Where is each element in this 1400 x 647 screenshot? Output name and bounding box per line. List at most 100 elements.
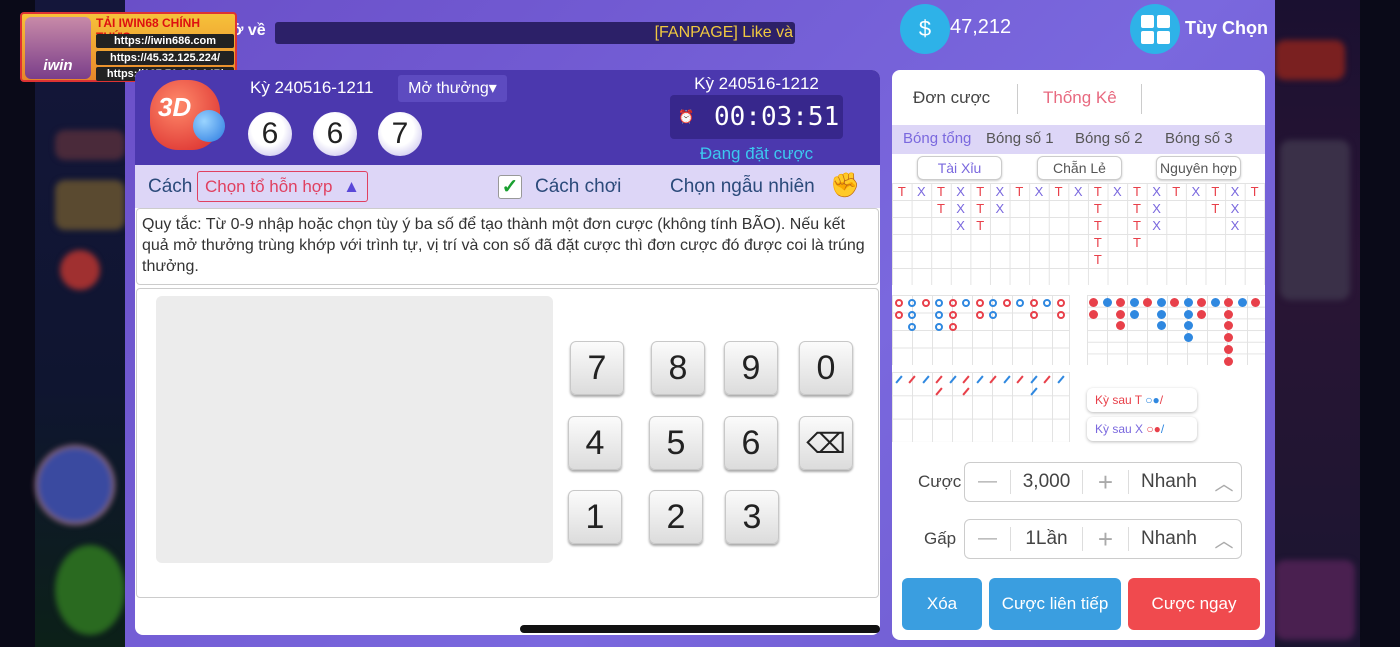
back-button[interactable]: ở về xyxy=(232,22,266,40)
digit-key[interactable]: 1 xyxy=(568,490,622,544)
quick-bet-dropdown[interactable]: Nhanh xyxy=(1129,470,1209,494)
ring-road-mark xyxy=(973,307,987,319)
slash-road-mark xyxy=(973,372,987,384)
big-road-mark: X xyxy=(1152,201,1161,216)
result-ball: 6 xyxy=(313,112,357,156)
big-road-mark: T xyxy=(1093,252,1102,267)
predict-x-label: Kỳ sau X xyxy=(1095,422,1144,436)
big-road-mark: X xyxy=(956,218,965,233)
subtab-ball-1[interactable]: Bóng số 1 xyxy=(986,130,1054,147)
dot-road-mark xyxy=(1141,295,1155,307)
big-road-mark: X xyxy=(1152,218,1161,233)
quick-multiplier-dropdown[interactable]: Nhanh xyxy=(1129,527,1209,551)
slash-road-mark xyxy=(933,384,947,396)
dot-road-mark xyxy=(1155,318,1169,331)
filter-chan-le[interactable]: Chẵn Lẻ xyxy=(1037,156,1122,180)
backspace-key[interactable]: ⌫ xyxy=(799,416,853,470)
continuous-bet-button[interactable]: Cược liên tiếp xyxy=(989,578,1121,630)
minus-button[interactable]: — xyxy=(965,470,1011,494)
ring-road-mark xyxy=(1054,295,1068,307)
big-road-mark: X xyxy=(1152,184,1161,199)
big-road-mark: X xyxy=(1034,184,1044,199)
dot-road-mark xyxy=(1128,295,1142,307)
slash-road-mark xyxy=(919,372,933,384)
slash-road-mark xyxy=(1041,372,1055,384)
brand-logo: iwin xyxy=(25,17,91,79)
predict-t-label: Kỳ sau T xyxy=(1095,393,1142,407)
slash-road-grid xyxy=(892,372,1070,442)
digit-key[interactable]: 9 xyxy=(724,341,778,395)
chevron-up-icon[interactable]: ︿ xyxy=(1209,527,1239,552)
big-road-mark: T xyxy=(1250,184,1259,199)
options-label[interactable]: Tùy Chọn xyxy=(1185,18,1268,39)
options-button[interactable] xyxy=(1130,4,1180,54)
slash-road-mark xyxy=(933,372,947,384)
results-dropdown[interactable]: Mở thưởng▾ xyxy=(398,75,507,102)
balance: 47,212 xyxy=(950,16,1012,38)
dot-road-mark xyxy=(1222,295,1236,307)
ring-road-mark xyxy=(1000,295,1014,307)
digit-key[interactable]: 7 xyxy=(570,341,624,395)
bet-amount[interactable]: 3,000 xyxy=(1011,470,1083,494)
big-road-mark: X xyxy=(917,184,926,199)
mode-dropdown[interactable]: Chọn tổ hỗn hợp ▲ xyxy=(197,171,368,202)
digit-key[interactable]: 5 xyxy=(649,416,703,470)
subtab-total-ball[interactable]: Bóng tổng xyxy=(903,130,971,147)
ring-road-mark xyxy=(906,307,920,319)
game-panel: 3D Kỳ 240516-1211 Mở thưởng▾ 6 6 7 Kỳ 24… xyxy=(135,70,880,635)
howto-checkbox[interactable]: ✓ xyxy=(498,175,522,199)
filter-tai-xiu[interactable]: Tài Xỉu xyxy=(917,156,1002,180)
big-road-mark: X xyxy=(995,184,1005,199)
ring-road-mark xyxy=(919,295,933,307)
big-road-mark: X xyxy=(956,184,965,199)
previous-round: Kỳ 240516-1211 xyxy=(250,78,374,97)
big-road-mark: T xyxy=(1172,184,1181,199)
ring-road-mark xyxy=(1027,295,1041,307)
ring-road-mark xyxy=(946,307,960,319)
big-road-mark: X xyxy=(995,201,1005,216)
slash-road-mark xyxy=(1054,372,1068,384)
dot-road-mark xyxy=(1222,318,1236,331)
predict-next-x[interactable]: Kỳ sau X ○●/ xyxy=(1087,417,1197,441)
ring-road-mark xyxy=(906,319,920,331)
announcement-marquee: [FANPAGE] Like và xyxy=(275,22,795,44)
digit-key[interactable]: 0 xyxy=(799,341,853,395)
dot-road-mark xyxy=(1128,307,1142,319)
dot-road-mark xyxy=(1101,295,1115,307)
divider xyxy=(1017,84,1018,114)
dot-road-mark xyxy=(1182,295,1196,307)
shake-hand-icon[interactable]: ✊ xyxy=(830,171,860,200)
plus-button[interactable]: + xyxy=(1083,467,1129,497)
bet-now-button[interactable]: Cược ngay xyxy=(1128,578,1260,630)
multiplier-stepper: — 1Lần + Nhanh ︿ xyxy=(964,519,1242,559)
tab-bets[interactable]: Đơn cược xyxy=(913,88,990,108)
plus-button[interactable]: + xyxy=(1083,524,1129,554)
subtab-ball-3[interactable]: Bóng số 3 xyxy=(1165,130,1233,147)
digit-key[interactable]: 3 xyxy=(725,490,779,544)
ring-road-mark xyxy=(960,295,974,307)
rules-text: Quy tắc: Từ 0-9 nhập hoặc chọn tùy ý ba … xyxy=(136,208,879,285)
digit-key[interactable]: 6 xyxy=(724,416,778,470)
big-road-mark: T xyxy=(976,201,985,216)
big-road-mark: T xyxy=(1133,218,1141,233)
scrollbar[interactable] xyxy=(520,625,880,633)
filter-nguyen-hop[interactable]: Nguyên hợp xyxy=(1156,156,1241,180)
dot-road-mark xyxy=(1155,295,1169,307)
minus-button[interactable]: — xyxy=(965,527,1011,551)
mode-value: Chọn tổ hỗn hợp xyxy=(205,177,333,196)
subtab-ball-2[interactable]: Bóng số 2 xyxy=(1075,130,1143,147)
grid-icon xyxy=(1140,14,1170,44)
ring-road-mark xyxy=(1027,307,1041,319)
multiplier-value[interactable]: 1Lần xyxy=(1011,527,1083,551)
clear-button[interactable]: Xóa xyxy=(902,578,982,630)
digit-key[interactable]: 8 xyxy=(651,341,705,395)
chevron-up-icon[interactable]: ︿ xyxy=(1209,470,1239,495)
digit-key[interactable]: 4 xyxy=(568,416,622,470)
money-bag-icon: $ xyxy=(900,4,950,54)
background-lobby-left xyxy=(35,0,130,647)
random-pick-button[interactable]: Chọn ngẫu nhiên xyxy=(670,176,815,198)
tab-statistics[interactable]: Thống Kê xyxy=(1043,88,1117,108)
predict-next-t[interactable]: Kỳ sau T ○●/ xyxy=(1087,388,1197,412)
digit-key[interactable]: 2 xyxy=(649,490,703,544)
howto-label[interactable]: Cách chơi xyxy=(535,176,621,198)
